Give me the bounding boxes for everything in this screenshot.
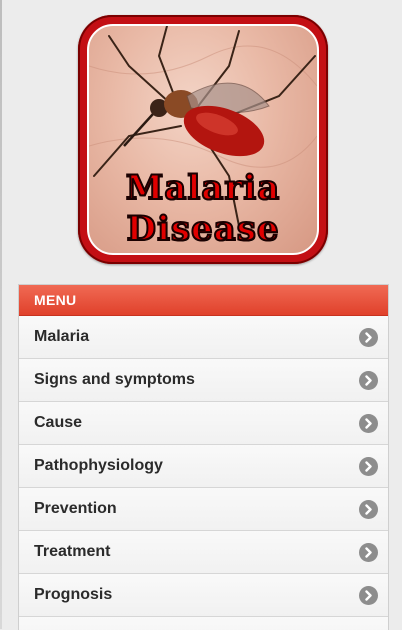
menu-item-label: Cause — [34, 414, 83, 431]
menu-header: MENU — [19, 285, 388, 316]
chevron-right-icon — [359, 413, 378, 433]
menu-list: MENU Malaria Signs and symptoms Cause Pa… — [18, 284, 389, 630]
menu-item-treatment[interactable]: Treatment — [19, 531, 388, 574]
chevron-right-icon — [359, 499, 378, 519]
menu-item-partial[interactable] — [19, 617, 388, 630]
chevron-right-icon — [359, 456, 378, 476]
menu-item-label: Treatment — [34, 543, 111, 560]
app-logo: Malaria Disease — [78, 15, 328, 264]
menu-item-label: Prevention — [34, 500, 117, 517]
menu-item-label: Signs and symptoms — [34, 371, 195, 388]
screen-edge — [0, 0, 2, 629]
chevron-right-icon — [359, 585, 378, 605]
menu-item-cause[interactable]: Cause — [19, 402, 388, 445]
chevron-right-icon — [359, 327, 378, 347]
chevron-right-icon — [359, 542, 378, 562]
logo-title-line2: Disease — [126, 208, 280, 250]
chevron-right-icon — [359, 370, 378, 390]
menu-item-label: Pathophysiology — [34, 457, 163, 474]
menu-item-prognosis[interactable]: Prognosis — [19, 574, 388, 617]
menu-item-pathophysiology[interactable]: Pathophysiology — [19, 445, 388, 488]
logo-image: Malaria Disease — [87, 24, 319, 255]
menu-item-signs-and-symptoms[interactable]: Signs and symptoms — [19, 359, 388, 402]
menu-item-label: Prognosis — [34, 586, 113, 603]
menu-item-malaria[interactable]: Malaria — [19, 316, 388, 359]
logo-title-line1: Malaria — [125, 167, 281, 209]
menu-item-label: Malaria — [34, 328, 90, 345]
menu-item-prevention[interactable]: Prevention — [19, 488, 388, 531]
